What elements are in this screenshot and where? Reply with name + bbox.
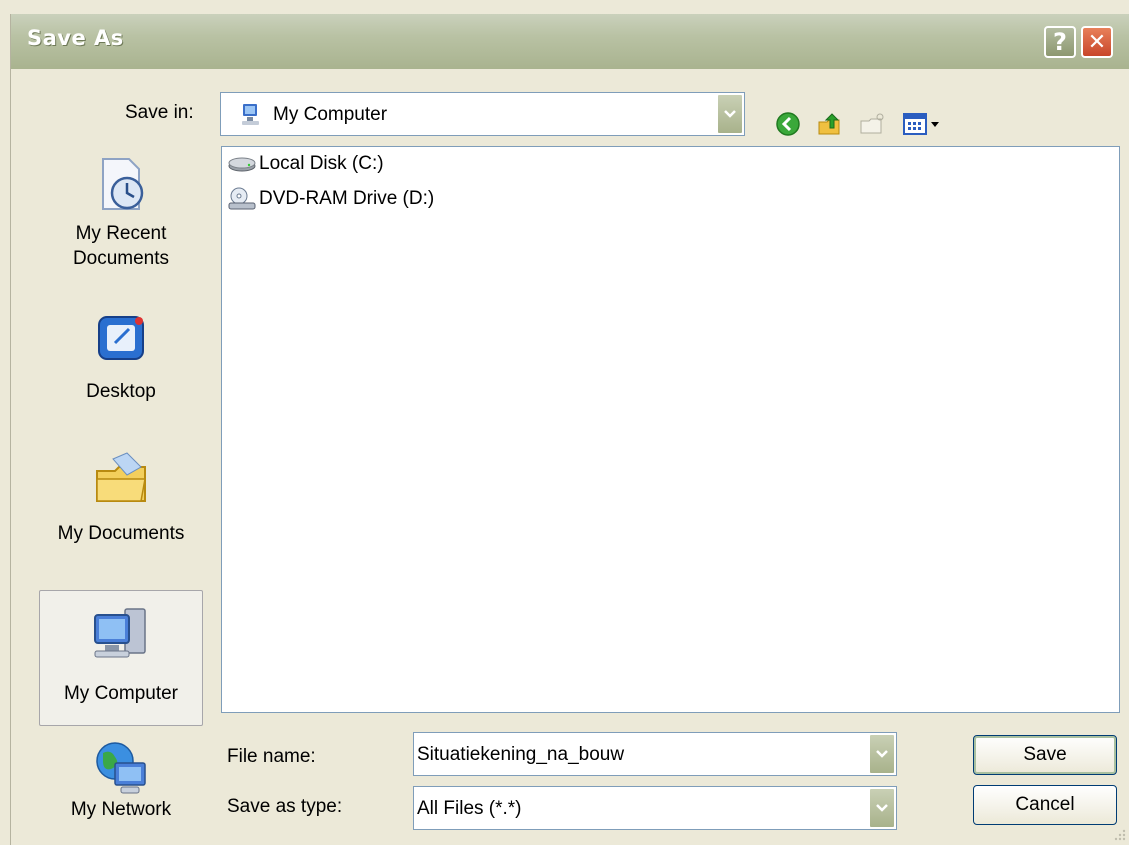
close-button[interactable]: ✕ bbox=[1081, 26, 1113, 58]
network-icon bbox=[96, 742, 146, 794]
help-icon: ? bbox=[1053, 28, 1067, 56]
save-in-dropdown-button[interactable] bbox=[717, 94, 743, 134]
close-icon: ✕ bbox=[1087, 29, 1107, 55]
file-name-label: File name: bbox=[227, 746, 316, 767]
place-label: My Computer bbox=[63, 683, 179, 704]
place-label: My Documents bbox=[57, 523, 185, 544]
list-item[interactable]: DVD-RAM Drive (D:) bbox=[227, 187, 434, 211]
save-as-type-dropdown[interactable]: All Files (*.*) bbox=[413, 786, 897, 830]
my-documents-icon bbox=[96, 452, 146, 502]
place-my-computer[interactable]: My Computer bbox=[39, 590, 203, 726]
up-one-level-button[interactable] bbox=[815, 109, 845, 139]
save-in-label: Save in: bbox=[125, 102, 194, 123]
back-icon bbox=[776, 112, 800, 136]
desktop-icon bbox=[98, 316, 144, 360]
file-name: Local Disk (C:) bbox=[259, 153, 384, 174]
place-label: My Recent Documents bbox=[72, 223, 170, 269]
new-folder-button[interactable] bbox=[857, 109, 887, 139]
list-item[interactable]: Local Disk (C:) bbox=[227, 153, 384, 175]
my-computer-icon bbox=[94, 608, 146, 658]
chevron-down-icon bbox=[876, 804, 888, 812]
save-in-dropdown[interactable]: My Computer bbox=[220, 92, 745, 136]
file-name-dropdown-button[interactable] bbox=[869, 734, 895, 774]
save-as-dialog: Save As ? ✕ Save in: My Computer My Rece… bbox=[10, 14, 1129, 845]
chevron-down-icon bbox=[724, 110, 736, 118]
cancel-button[interactable]: Cancel bbox=[973, 785, 1117, 825]
back-button[interactable] bbox=[773, 109, 803, 139]
hard-disk-icon bbox=[228, 157, 256, 172]
views-menu-button[interactable] bbox=[901, 109, 945, 139]
views-menu-icon bbox=[903, 113, 939, 135]
recent-documents-icon bbox=[102, 158, 144, 210]
place-label: My Network bbox=[70, 799, 172, 820]
new-folder-icon bbox=[860, 113, 884, 134]
chevron-down-icon bbox=[876, 750, 888, 758]
place-my-recent-documents[interactable]: My Recent Documents bbox=[39, 152, 203, 292]
title-bar[interactable]: Save As ? ✕ bbox=[11, 14, 1129, 69]
save-as-type-label: Save as type: bbox=[227, 796, 343, 817]
file-name-input[interactable]: Situatiekening_na_bouw bbox=[417, 744, 624, 766]
help-button[interactable]: ? bbox=[1044, 26, 1076, 58]
place-label: Desktop bbox=[86, 381, 156, 402]
save-button[interactable]: Save bbox=[973, 735, 1117, 775]
dialog-title: Save As bbox=[27, 26, 124, 50]
file-name-combo[interactable]: Situatiekening_na_bouw bbox=[413, 732, 897, 776]
place-desktop[interactable]: Desktop bbox=[39, 306, 203, 416]
resize-grip-icon[interactable] bbox=[1112, 827, 1126, 841]
save-as-type-dropdown-button[interactable] bbox=[869, 788, 895, 828]
file-name: DVD-RAM Drive (D:) bbox=[259, 188, 435, 209]
place-my-network[interactable]: My Network bbox=[39, 736, 203, 826]
my-computer-small-icon bbox=[242, 104, 259, 125]
place-my-documents[interactable]: My Documents bbox=[39, 448, 203, 558]
save-in-value: My Computer bbox=[273, 104, 388, 125]
file-list[interactable]: Local Disk (C:) DVD-RAM Drive (D:) bbox=[221, 146, 1120, 713]
dvd-drive-icon bbox=[228, 187, 256, 210]
save-as-type-value: All Files (*.*) bbox=[417, 798, 522, 819]
up-folder-icon bbox=[818, 113, 840, 135]
places-bar: My Recent Documents Desktop My Documents bbox=[35, 146, 207, 826]
